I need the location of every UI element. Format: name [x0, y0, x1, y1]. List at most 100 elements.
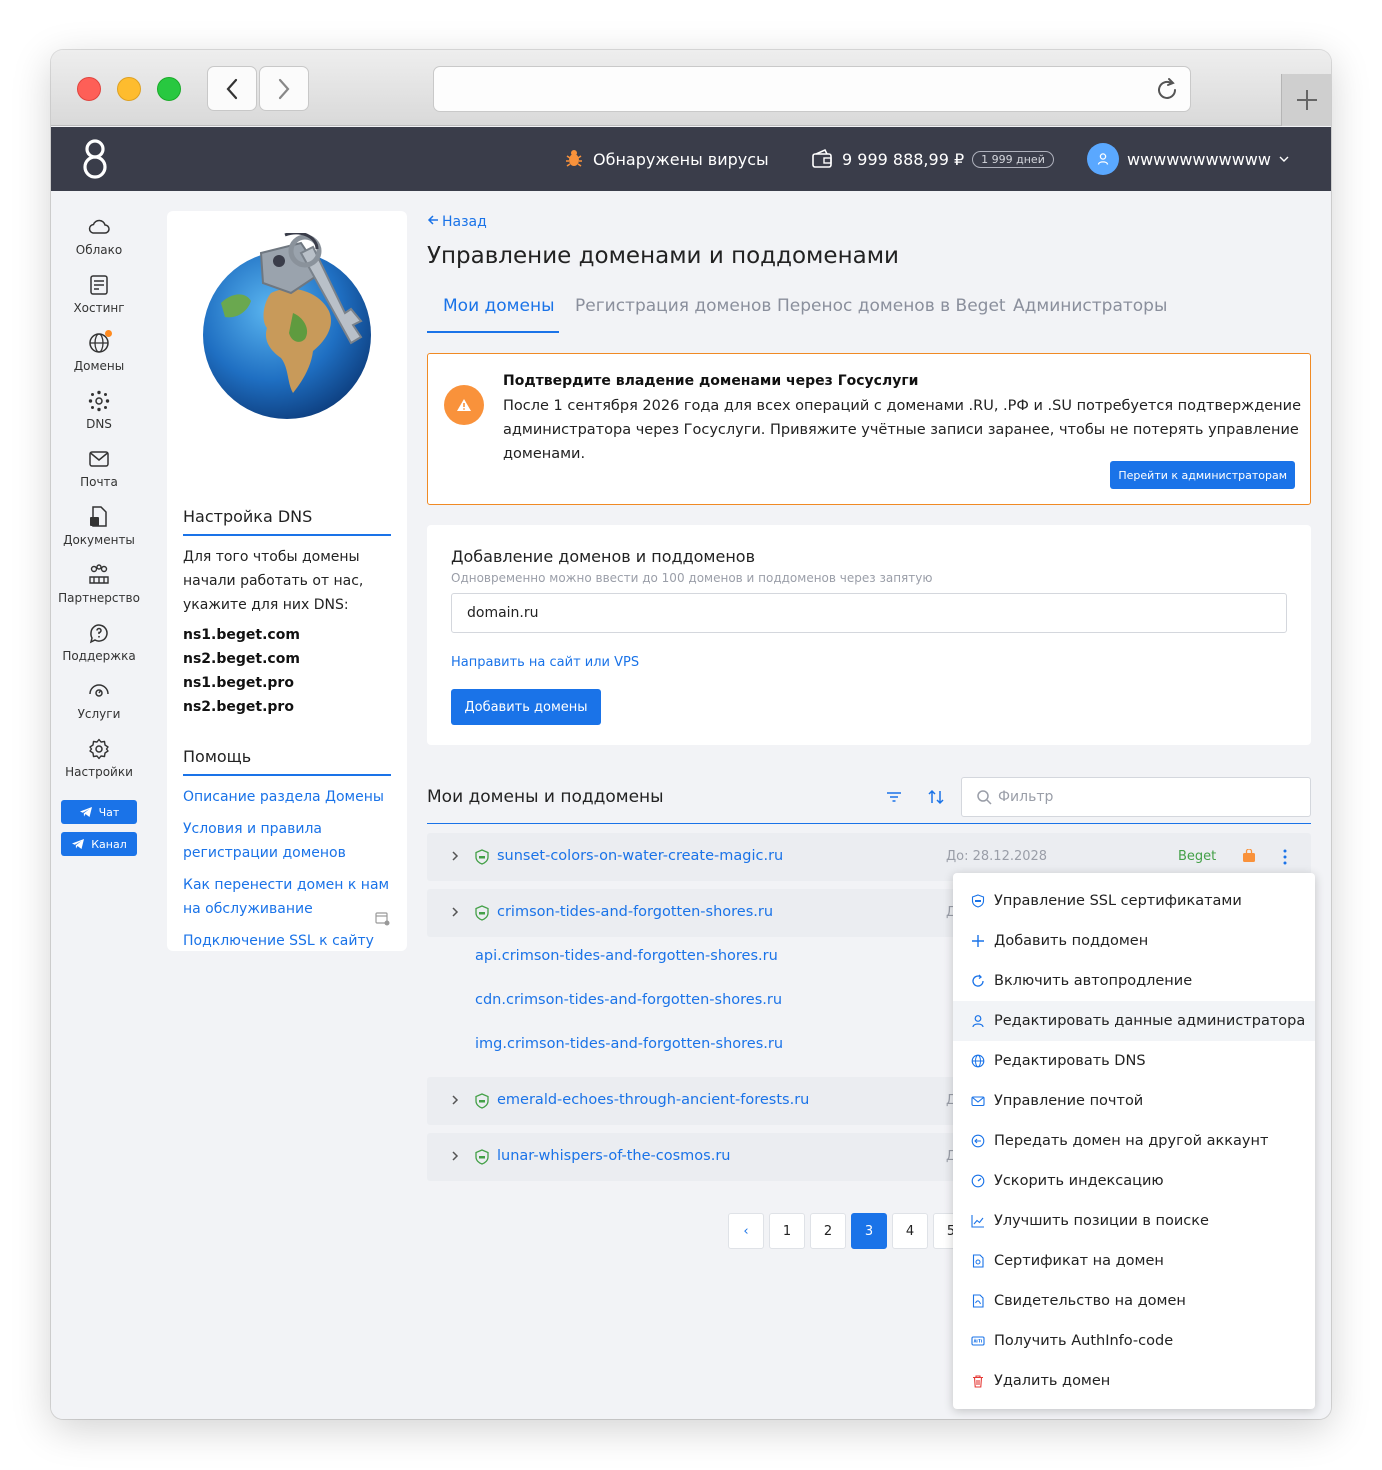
- subdomain-name[interactable]: api.crimson-tides-and-forgotten-shores.r…: [475, 948, 778, 964]
- reload-icon[interactable]: [1154, 77, 1180, 103]
- pagination-page-1[interactable]: 1: [769, 1213, 805, 1249]
- domain-name[interactable]: lunar-whispers-of-the-cosmos.ru: [497, 1148, 731, 1164]
- browser-forward-button[interactable]: [259, 66, 309, 111]
- pagination-page-3[interactable]: 3: [851, 1213, 887, 1249]
- subdomain-name[interactable]: cdn.crimson-tides-and-forgotten-shores.r…: [475, 992, 782, 1008]
- add-domains-button[interactable]: Добавить домены: [451, 689, 601, 725]
- menu-item-label: Редактировать DNS: [994, 1053, 1146, 1069]
- telegram-icon: [79, 807, 92, 817]
- address-bar[interactable]: [433, 66, 1191, 112]
- virus-text: Обнаружены вирусы: [593, 149, 769, 169]
- plus-icon: [1296, 90, 1317, 110]
- menu-item-transfer[interactable]: Передать домен на другой аккаунт: [953, 1121, 1315, 1161]
- filter-input[interactable]: Фильтр: [961, 777, 1311, 817]
- sidebar-item-cloud[interactable]: Облако: [51, 215, 147, 257]
- sidebar-item-partnership[interactable]: Партнерство: [51, 563, 147, 605]
- search-icon: [977, 790, 992, 805]
- auth-icon: [970, 1333, 986, 1349]
- chevron-right-icon[interactable]: [450, 849, 460, 863]
- go-to-administrators-button[interactable]: Перейти к администраторам: [1110, 461, 1295, 489]
- help-link-ssl[interactable]: Подключение SSL к сайту: [183, 929, 393, 953]
- domain-input[interactable]: domain.ru: [451, 593, 1287, 633]
- chat-button[interactable]: Чат: [61, 800, 137, 824]
- chat-label: Чат: [98, 805, 120, 819]
- domain-name[interactable]: emerald-echoes-through-ancient-forests.r…: [497, 1092, 809, 1108]
- menu-item-label: Добавить поддомен: [994, 933, 1149, 949]
- user-menu[interactable]: wwwwwwwwwww: [1087, 127, 1291, 191]
- pagination-prev[interactable]: ‹: [728, 1213, 764, 1249]
- help-link-domains-section[interactable]: Описание раздела Домены: [183, 785, 393, 809]
- menu-item-delete[interactable]: Удалить домен: [953, 1361, 1315, 1401]
- channel-button[interactable]: Канал: [61, 832, 137, 856]
- menu-item-label: Свидетельство на домен: [994, 1293, 1186, 1309]
- globe-icon: [87, 330, 112, 355]
- more-vertical-icon[interactable]: [1282, 848, 1288, 866]
- sidebar-item-dns[interactable]: DNS: [51, 389, 147, 431]
- chevron-right-icon[interactable]: [450, 1093, 460, 1107]
- minimize-window-button[interactable]: [117, 77, 141, 101]
- dns-title-underline: [183, 534, 391, 536]
- tab-domain-transfer[interactable]: Перенос доменов в Beget: [777, 296, 1006, 316]
- virus-alert[interactable]: Обнаружены вирусы: [563, 127, 769, 191]
- tab-administrators[interactable]: Администраторы: [1013, 296, 1167, 316]
- balance[interactable]: 9 999 888,99 ₽ 1 999 дней: [811, 127, 1054, 191]
- tab-my-domains[interactable]: Мои домены: [443, 296, 555, 316]
- sort-icon[interactable]: [927, 788, 945, 806]
- shopping-bag-icon[interactable]: [1242, 849, 1256, 863]
- menu-item-label: Передать домен на другой аккаунт: [994, 1133, 1269, 1149]
- menu-item-seo[interactable]: Улучшить позиции в поиске: [953, 1201, 1315, 1241]
- sidebar-item-label: Домены: [73, 359, 125, 373]
- sidebar-item-mail[interactable]: Почта: [51, 447, 147, 489]
- telegram-icon: [72, 839, 85, 849]
- chevron-right-icon: [278, 78, 290, 99]
- nameserver-2: ns2.beget.com: [183, 651, 300, 667]
- menu-item-label: Получить AuthInfo-code: [994, 1333, 1174, 1349]
- sidebar-item-settings[interactable]: Настройки: [51, 737, 147, 779]
- menu-item-add-subdomain[interactable]: Добавить поддомен: [953, 921, 1315, 961]
- menu-item-authinfo[interactable]: Получить AuthInfo-code: [953, 1321, 1315, 1361]
- point-to-site-link[interactable]: Направить на сайт или VPS: [451, 655, 639, 670]
- chevron-down-icon: [1279, 156, 1289, 162]
- balance-amount: 9 999 888,99 ₽: [842, 149, 965, 169]
- sidebar-item-support[interactable]: Поддержка: [51, 621, 147, 663]
- menu-item-deed[interactable]: Свидетельство на домен: [953, 1281, 1315, 1321]
- settings-window-icon[interactable]: [375, 911, 391, 927]
- sidebar-item-documents[interactable]: Документы: [51, 505, 147, 547]
- add-domains-title: Добавление доменов и поддоменов: [451, 547, 756, 566]
- help-link-registration-rules[interactable]: Условия и правила регистрации доменов: [183, 817, 393, 865]
- menu-item-ssl[interactable]: Управление SSL сертификатами: [953, 881, 1315, 921]
- domain-name[interactable]: sunset-colors-on-water-create-magic.ru: [497, 848, 783, 864]
- domain-name[interactable]: crimson-tides-and-forgotten-shores.ru: [497, 904, 773, 920]
- tab-domain-registration[interactable]: Регистрация доменов: [575, 296, 771, 316]
- menu-item-label: Редактировать данные администратора: [994, 1013, 1306, 1029]
- menu-item-mail[interactable]: Управление почтой: [953, 1081, 1315, 1121]
- sidebar-item-hosting[interactable]: Хостинг: [51, 273, 147, 315]
- menu-item-certificate[interactable]: Сертификат на домен: [953, 1241, 1315, 1281]
- menu-item-autorenew[interactable]: Включить автопродление: [953, 961, 1315, 1001]
- channel-label: Канал: [91, 837, 127, 851]
- menu-item-edit-admin[interactable]: Редактировать данные администратора: [953, 1001, 1315, 1041]
- menu-item-label: Улучшить позиции в поиске: [994, 1213, 1209, 1229]
- zoom-window-button[interactable]: [157, 77, 181, 101]
- pagination-page-2[interactable]: 2: [810, 1213, 846, 1249]
- sidebar-item-domains[interactable]: Домены: [51, 330, 147, 373]
- subdomain-name[interactable]: img.crimson-tides-and-forgotten-shores.r…: [475, 1036, 783, 1052]
- hosting-icon: [87, 273, 111, 297]
- browser-back-button[interactable]: [207, 66, 257, 111]
- nameserver-4: ns2.beget.pro: [183, 699, 294, 715]
- filter-placeholder: Фильтр: [998, 789, 1054, 805]
- close-window-button[interactable]: [77, 77, 101, 101]
- help-link-transfer[interactable]: Как перенести домен к нам на обслуживани…: [183, 873, 393, 921]
- new-tab-button[interactable]: [1281, 74, 1331, 126]
- filter-lines-icon[interactable]: [885, 788, 903, 806]
- beget-logo[interactable]: [81, 137, 109, 181]
- menu-item-edit-dns[interactable]: Редактировать DNS: [953, 1041, 1315, 1081]
- pagination-page-4[interactable]: 4: [892, 1213, 928, 1249]
- domain-registrar: Beget: [1178, 849, 1217, 864]
- back-link[interactable]: Назад: [427, 214, 487, 230]
- sidebar-item-label: Услуги: [77, 707, 121, 721]
- sidebar-item-services[interactable]: Услуги: [51, 679, 147, 721]
- menu-item-speed-index[interactable]: Ускорить индексацию: [953, 1161, 1315, 1201]
- chevron-right-icon[interactable]: [450, 1149, 460, 1163]
- chevron-right-icon[interactable]: [450, 905, 460, 919]
